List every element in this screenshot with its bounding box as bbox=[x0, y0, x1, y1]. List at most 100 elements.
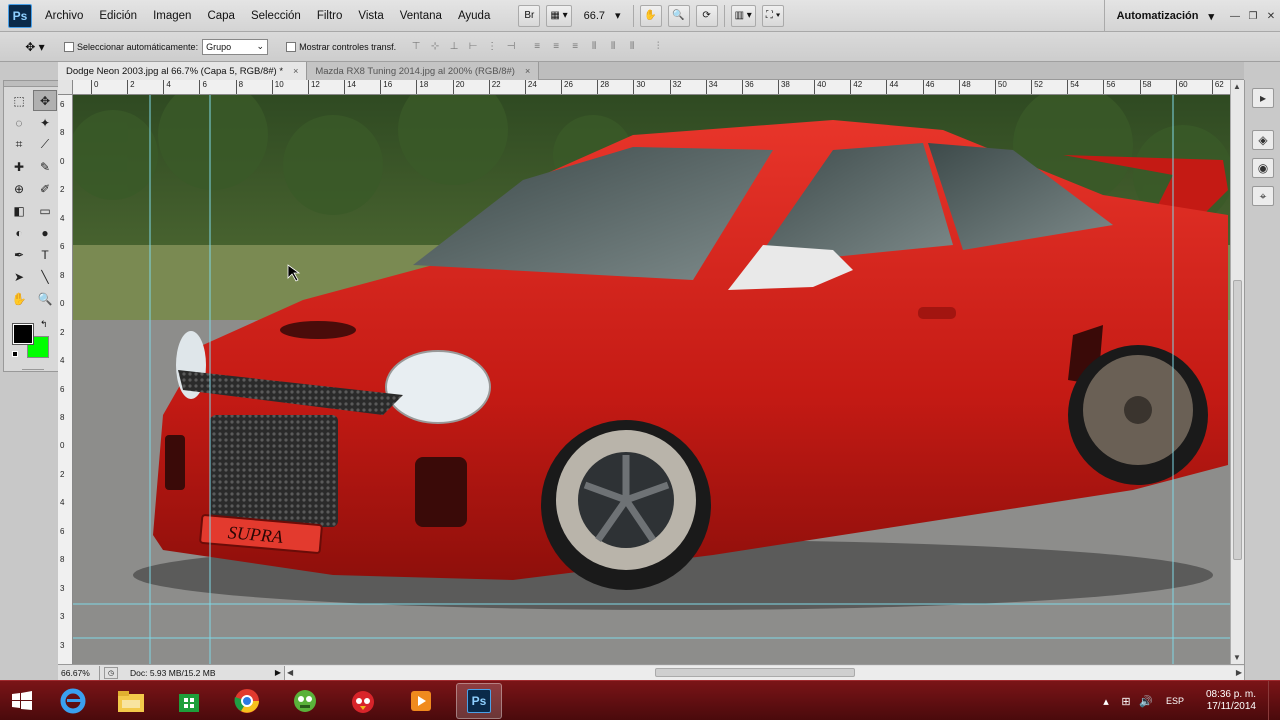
line-tool-icon[interactable]: ╲ bbox=[33, 266, 57, 287]
quick-mask-icon[interactable] bbox=[22, 369, 44, 370]
menu-capa[interactable]: Capa bbox=[199, 10, 243, 22]
taskbar-angry-birds[interactable] bbox=[340, 683, 386, 719]
menu-imagen[interactable]: Imagen bbox=[145, 10, 199, 22]
scroll-up-icon[interactable]: ▲ bbox=[1233, 82, 1241, 91]
distribute-top-icon[interactable]: ≡ bbox=[531, 41, 543, 52]
layers-icon[interactable]: ◈ bbox=[1252, 130, 1274, 150]
gradient-tool-icon[interactable]: ▭ bbox=[33, 200, 57, 221]
network-icon[interactable]: ⊞ bbox=[1116, 695, 1136, 708]
align-bottom-icon[interactable]: ⊥ bbox=[448, 41, 460, 52]
tab-dodge-neon[interactable]: Dodge Neon 2003.jpg al 66.7% (Capa 5, RG… bbox=[58, 62, 308, 80]
clone-stamp-tool-icon[interactable]: ⊕ bbox=[7, 178, 31, 199]
distribute-left-icon[interactable]: ⫴ bbox=[588, 41, 600, 52]
hand-tool-button[interactable]: ✋ bbox=[639, 4, 662, 27]
auto-select-dropdown[interactable]: Grupo ⌄ bbox=[202, 38, 269, 55]
eraser-tool-icon[interactable]: ◧ bbox=[7, 200, 31, 221]
auto-align-icon[interactable]: ⫶ bbox=[652, 41, 664, 52]
menu-archivo[interactable]: Archivo bbox=[37, 10, 91, 22]
align-hcenter-icon[interactable]: ⋮ bbox=[486, 41, 498, 52]
pen-tool-icon[interactable]: ✒ bbox=[7, 244, 31, 265]
path-selection-tool-icon[interactable]: ➤ bbox=[7, 266, 31, 287]
system-clock[interactable]: 08:36 p. m. 17/11/2014 bbox=[1194, 689, 1268, 713]
horizontal-scrollbar[interactable]: ◀ ▶ bbox=[284, 665, 1244, 680]
hand-tool-icon[interactable]: ✋ bbox=[7, 288, 31, 309]
document-canvas[interactable]: SUPRA bbox=[73, 95, 1230, 664]
channels-icon[interactable]: ◉ bbox=[1252, 158, 1274, 178]
taskbar-file-explorer[interactable] bbox=[108, 683, 154, 719]
lasso-tool-icon[interactable]: ◌ bbox=[7, 112, 31, 133]
type-tool-icon[interactable]: T bbox=[33, 244, 57, 265]
vertical-scrollbar[interactable]: ▲ ▼ bbox=[1230, 80, 1244, 664]
distribute-vcenter-icon[interactable]: ≡ bbox=[550, 41, 562, 52]
ruler-origin[interactable] bbox=[58, 80, 73, 95]
minimize-icon[interactable]: — bbox=[1226, 7, 1244, 25]
align-right-icon[interactable]: ⊣ bbox=[505, 41, 517, 52]
foreground-color-swatch[interactable] bbox=[12, 323, 34, 345]
zoom-level-dropdown[interactable]: 66.7 ▾ bbox=[578, 9, 627, 23]
workspace-dropdown[interactable]: Automatización ▾ bbox=[1103, 0, 1226, 32]
vertical-ruler[interactable]: 6 8 0 2 4 6 8 0 2 4 6 8 0 2 4 6 8 3 3 3 bbox=[58, 95, 73, 664]
bridge-button[interactable]: Br bbox=[518, 4, 541, 27]
taskbar-media-player[interactable] bbox=[398, 683, 444, 719]
blur-tool-icon[interactable]: ◐ bbox=[7, 222, 31, 243]
volume-icon[interactable]: 🔊 bbox=[1136, 695, 1156, 708]
scroll-down-icon[interactable]: ▼ bbox=[1233, 653, 1241, 662]
status-menu-arrow-icon[interactable]: ▶ bbox=[272, 668, 284, 677]
zoom-tool-icon[interactable]: 🔍 bbox=[33, 288, 57, 309]
horizontal-scroll-thumb[interactable] bbox=[655, 667, 855, 677]
menu-edicion[interactable]: Edición bbox=[91, 10, 145, 22]
show-hidden-icons-icon[interactable]: ▴ bbox=[1096, 695, 1116, 708]
taskbar-chrome[interactable] bbox=[224, 683, 270, 719]
scroll-left-icon[interactable]: ◀ bbox=[287, 668, 293, 677]
healing-brush-tool-icon[interactable]: ✚ bbox=[7, 156, 31, 177]
start-button[interactable] bbox=[0, 681, 44, 720]
close-icon[interactable]: × bbox=[293, 66, 298, 76]
language-indicator[interactable]: ESP bbox=[1156, 696, 1194, 706]
show-transform-option[interactable]: Mostrar controles transf. bbox=[286, 41, 396, 52]
align-top-icon[interactable]: ⊤ bbox=[410, 41, 422, 52]
eyedropper-tool-icon[interactable]: ⟋ bbox=[33, 134, 57, 155]
menu-ayuda[interactable]: Ayuda bbox=[450, 10, 498, 22]
taskbar-photoshop[interactable]: Ps bbox=[456, 682, 502, 719]
arrange-documents-button[interactable]: ▥ ▾ bbox=[730, 4, 756, 27]
default-colors-icon[interactable] bbox=[12, 351, 18, 357]
close-icon[interactable]: ✕ bbox=[1262, 7, 1280, 25]
move-tool-icon[interactable]: ✥ bbox=[33, 90, 57, 111]
history-brush-tool-icon[interactable]: ✐ bbox=[33, 178, 57, 199]
distribute-bottom-icon[interactable]: ≡ bbox=[569, 41, 581, 52]
align-left-icon[interactable]: ⊢ bbox=[467, 41, 479, 52]
vertical-scroll-thumb[interactable] bbox=[1233, 280, 1242, 560]
zoom-status-field[interactable]: 66.67% bbox=[58, 665, 100, 680]
brush-tool-icon[interactable]: ✎ bbox=[33, 156, 57, 177]
magic-wand-tool-icon[interactable]: ✦ bbox=[33, 112, 57, 133]
auto-select-checkbox[interactable] bbox=[64, 41, 74, 52]
taskbar-store[interactable] bbox=[166, 683, 212, 719]
menu-ventana[interactable]: Ventana bbox=[392, 10, 450, 22]
swap-colors-icon[interactable]: ↰ bbox=[40, 319, 48, 330]
tab-mazda-rx8[interactable]: Mazda RX8 Tuning 2014.jpg al 200% (RGB/8… bbox=[307, 62, 540, 80]
auto-select-option[interactable]: Seleccionar automáticamente: bbox=[64, 41, 198, 52]
restore-icon[interactable]: ❐ bbox=[1244, 7, 1262, 25]
marquee-tool-icon[interactable]: ⬚ bbox=[7, 90, 31, 111]
expand-panels-icon[interactable]: ▸ bbox=[1252, 88, 1274, 108]
align-vcenter-icon[interactable]: ⊹ bbox=[429, 41, 441, 52]
screen-mode-button[interactable]: ⛶ ▾ bbox=[761, 4, 785, 27]
paths-icon[interactable]: ⌖ bbox=[1252, 186, 1274, 206]
scroll-right-icon[interactable]: ▶ bbox=[1236, 668, 1242, 677]
menu-filtro[interactable]: Filtro bbox=[309, 10, 351, 22]
status-info-icon[interactable]: ◷ bbox=[104, 666, 118, 679]
distribute-hcenter-icon[interactable]: ⫴ bbox=[607, 41, 619, 52]
rotate-view-button[interactable]: ⟳ bbox=[695, 4, 718, 27]
show-transform-checkbox[interactable] bbox=[286, 41, 297, 52]
taskbar-internet-explorer[interactable] bbox=[50, 683, 96, 719]
tool-preset-picker[interactable]: ✥ ▾ bbox=[16, 35, 54, 59]
menu-vista[interactable]: Vista bbox=[350, 10, 391, 22]
menu-seleccion[interactable]: Selección bbox=[243, 10, 309, 22]
distribute-right-icon[interactable]: ⫴ bbox=[626, 41, 638, 52]
close-icon[interactable]: × bbox=[525, 66, 530, 76]
horizontal-ruler[interactable]: 0 2 4 6 8 10 12 14 16 18 20 22 24 26 28 30 32 34 36 38 40 42 4… bbox=[73, 80, 1230, 95]
show-desktop-button[interactable] bbox=[1268, 681, 1280, 720]
crop-tool-icon[interactable]: ⌗ bbox=[7, 134, 31, 155]
view-extras-button[interactable]: ▦ ▾ bbox=[546, 4, 572, 27]
taskbar-game[interactable] bbox=[282, 683, 328, 719]
